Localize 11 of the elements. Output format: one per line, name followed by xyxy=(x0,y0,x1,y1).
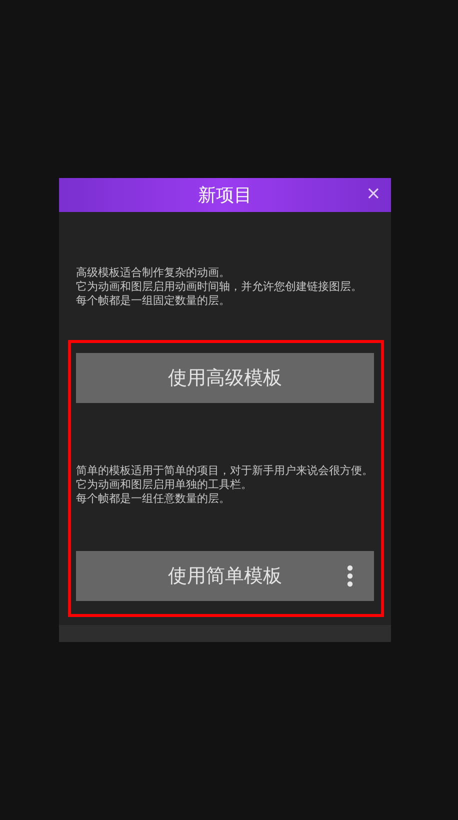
template-button[interactable]: 使用高级模板 xyxy=(76,353,374,403)
more-icon[interactable] xyxy=(347,565,353,587)
description-line: 每个帧都是一组任意数量的层。 xyxy=(76,492,230,506)
description-line: 简单的模板适用于简单的项目，对于新手用户来说会很方便。 xyxy=(76,464,373,478)
dialog-title: 新项目 xyxy=(198,184,252,208)
description-line: 高级模板适合制作复杂的动画。 xyxy=(76,266,230,280)
description-line: 每个帧都是一组固定数量的层。 xyxy=(76,294,230,308)
template-button[interactable]: 使用简单模板 xyxy=(76,551,374,601)
close-button[interactable]: × xyxy=(366,184,381,204)
description-line: 它为动画和图层启用单独的工具栏。 xyxy=(76,478,252,492)
description-line: 它为动画和图层启用动画时间轴，并允许您创建链接图层。 xyxy=(76,280,362,294)
